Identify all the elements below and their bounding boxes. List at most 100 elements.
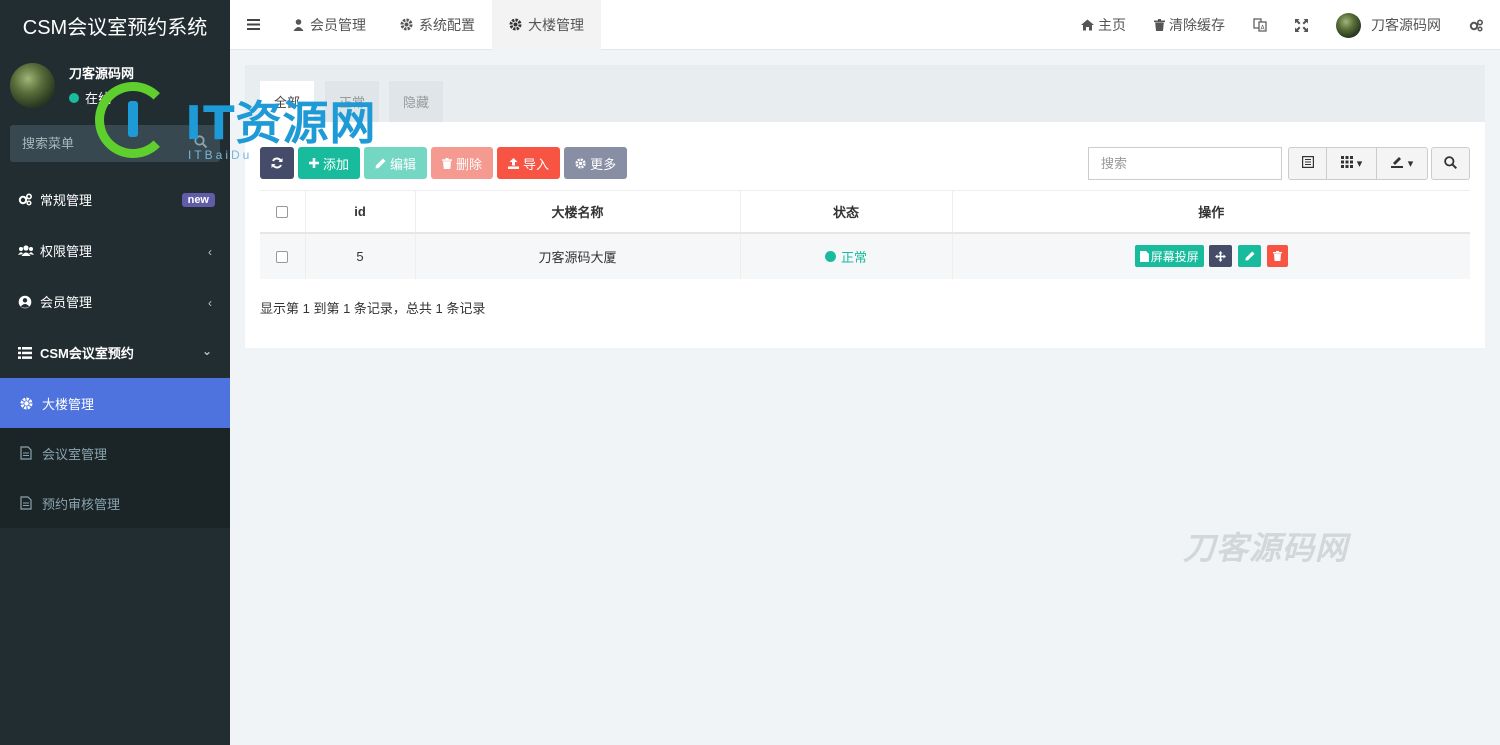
csm-submenu: 大楼管理 会议室管理 预约审核管理 bbox=[0, 378, 230, 528]
cell-actions: 屏幕投屏 bbox=[952, 232, 1470, 279]
row-checkbox[interactable] bbox=[276, 251, 289, 264]
subtab-normal[interactable]: 正常 bbox=[325, 81, 380, 122]
tab-label: 会员管理 bbox=[310, 16, 366, 33]
search-icon[interactable] bbox=[194, 135, 208, 152]
status-badge[interactable]: 正常 bbox=[824, 247, 867, 266]
app-brand[interactable]: CSM会议室预约系统 bbox=[0, 0, 230, 50]
refresh-icon bbox=[271, 157, 283, 169]
menu-search-input[interactable] bbox=[22, 136, 172, 151]
table-tools: ▾ ▾ bbox=[1288, 147, 1428, 180]
sidebar-item-meeting-room[interactable]: 会议室管理 bbox=[0, 428, 230, 478]
gear-icon bbox=[575, 157, 586, 169]
row-delete-button[interactable] bbox=[1266, 245, 1288, 267]
cogs-icon bbox=[18, 193, 34, 206]
delete-button[interactable]: 删除 bbox=[431, 147, 494, 179]
user-menu[interactable]: 刀客源码网 bbox=[1322, 0, 1455, 50]
sidebar-menu: 常规管理 new 权限管理 ‹ 会员管理 ‹ CSM会议室预约 ⌄ 大楼管理 会… bbox=[0, 174, 230, 528]
edit-button[interactable]: 编辑 bbox=[364, 147, 428, 179]
export-icon bbox=[1390, 156, 1404, 171]
clear-cache-label: 清除缓存 bbox=[1169, 17, 1225, 33]
chevron-left-icon: ‹ bbox=[208, 296, 212, 310]
file-icon bbox=[20, 496, 36, 510]
column-header[interactable]: 状态 bbox=[740, 190, 953, 234]
add-button[interactable]: 添加 bbox=[298, 147, 361, 179]
plus-icon bbox=[309, 158, 319, 168]
more-label: 更多 bbox=[590, 156, 617, 172]
more-button[interactable]: 更多 bbox=[564, 147, 628, 179]
header-right: 主页 清除缓存 A 刀客源码网 bbox=[1067, 0, 1500, 50]
sidebar-item-members[interactable]: 会员管理 ‹ bbox=[0, 276, 230, 327]
home-icon bbox=[1081, 19, 1094, 31]
tab-system-config[interactable]: 系统配置 bbox=[383, 0, 492, 50]
select-all-cell bbox=[260, 190, 306, 234]
drag-sort-button[interactable] bbox=[1209, 245, 1233, 267]
tab-building[interactable]: 大楼管理 bbox=[492, 0, 601, 50]
column-header[interactable]: 大楼名称 bbox=[415, 190, 741, 234]
menu-toggle-icon[interactable] bbox=[230, 0, 276, 50]
chevron-left-icon: ‹ bbox=[208, 245, 212, 259]
sidebar-item-label: CSM会议室预约 bbox=[40, 346, 134, 361]
select-all-checkbox[interactable] bbox=[276, 206, 289, 219]
screen-cast-button[interactable]: 屏幕投屏 bbox=[1134, 245, 1204, 267]
clear-cache-button[interactable]: 清除缓存 bbox=[1140, 0, 1239, 50]
panel-body: 添加 编辑 删除 导入 更多 ▾ ▾ bbox=[245, 122, 1485, 348]
subtab-hidden[interactable]: 隐藏 bbox=[389, 81, 444, 122]
user-name: 刀客源码网 bbox=[69, 66, 135, 81]
sidebar-item-permissions[interactable]: 权限管理 ‹ bbox=[0, 225, 230, 276]
table-row: 5 刀客源码大厦 正常 屏幕投屏 bbox=[260, 232, 1470, 279]
sidebar: CSM会议室预约系统 刀客源码网 在线 常规管理 new 权限 bbox=[0, 0, 230, 745]
sidebar-item-reservation-review[interactable]: 预约审核管理 bbox=[0, 478, 230, 528]
import-button[interactable]: 导入 bbox=[497, 147, 561, 179]
pencil-icon bbox=[1245, 251, 1255, 261]
data-table: id 大楼名称 状态 操作 5 刀客源码大厦 正常 屏幕投屏 bbox=[260, 190, 1470, 279]
home-link[interactable]: 主页 bbox=[1067, 0, 1140, 50]
fullscreen-icon[interactable] bbox=[1281, 0, 1322, 50]
edit-label: 编辑 bbox=[390, 156, 417, 172]
pagination-info: 显示第 1 到第 1 条记录，总共 1 条记录 bbox=[260, 301, 486, 316]
search-button[interactable] bbox=[1431, 147, 1470, 180]
panel-heading: 全部 正常 隐藏 bbox=[245, 65, 1485, 122]
column-header: 操作 bbox=[952, 190, 1470, 234]
toolbar: 添加 编辑 删除 导入 更多 bbox=[260, 147, 631, 179]
screen-cast-label: 屏幕投屏 bbox=[1150, 249, 1199, 264]
sidebar-item-label: 权限管理 bbox=[40, 244, 93, 259]
sidebar-item-label: 大楼管理 bbox=[42, 396, 95, 412]
upload-icon bbox=[508, 157, 520, 169]
trash-icon bbox=[442, 157, 453, 169]
tab-label: 大楼管理 bbox=[528, 16, 584, 33]
search-icon bbox=[1444, 155, 1458, 172]
trash-icon bbox=[1154, 19, 1165, 31]
user-panel: 刀客源码网 在线 bbox=[0, 50, 230, 120]
sidebar-item-label: 预约审核管理 bbox=[42, 496, 121, 512]
watermark-corner: 刀客源码网 bbox=[1183, 530, 1349, 566]
menu-search bbox=[10, 125, 220, 162]
trash-icon bbox=[1272, 251, 1282, 261]
card-view-button[interactable] bbox=[1289, 148, 1327, 179]
refresh-button[interactable] bbox=[260, 147, 294, 179]
add-label: 添加 bbox=[323, 156, 350, 172]
gear-icon bbox=[400, 18, 413, 31]
columns-dropdown[interactable]: ▾ bbox=[1327, 148, 1377, 179]
avatar bbox=[10, 62, 55, 108]
chevron-down-icon: ⌄ bbox=[201, 344, 212, 358]
sidebar-item-building[interactable]: 大楼管理 bbox=[0, 378, 230, 428]
sidebar-item-label: 会员管理 bbox=[40, 295, 93, 310]
cell-status: 正常 bbox=[740, 232, 953, 279]
home-label: 主页 bbox=[1098, 17, 1126, 33]
tab-members[interactable]: 会员管理 bbox=[276, 0, 383, 50]
user-icon bbox=[293, 18, 304, 31]
column-header[interactable]: id bbox=[305, 190, 416, 234]
avatar bbox=[1336, 12, 1361, 38]
caret-down-icon: ▾ bbox=[1407, 158, 1414, 170]
table-header-row: id 大楼名称 状态 操作 bbox=[260, 190, 1470, 234]
language-icon[interactable]: A bbox=[1239, 0, 1281, 50]
sidebar-item-general[interactable]: 常规管理 new bbox=[0, 174, 230, 225]
tab-label: 系统配置 bbox=[419, 16, 475, 33]
export-dropdown[interactable]: ▾ bbox=[1377, 148, 1427, 179]
subtab-all[interactable]: 全部 bbox=[260, 81, 315, 122]
table-search-input[interactable] bbox=[1088, 147, 1282, 180]
row-edit-button[interactable] bbox=[1238, 245, 1262, 267]
settings-cogs-icon[interactable] bbox=[1455, 0, 1500, 50]
cell-id: 5 bbox=[305, 232, 416, 279]
sidebar-item-csm[interactable]: CSM会议室预约 ⌄ bbox=[0, 327, 230, 378]
